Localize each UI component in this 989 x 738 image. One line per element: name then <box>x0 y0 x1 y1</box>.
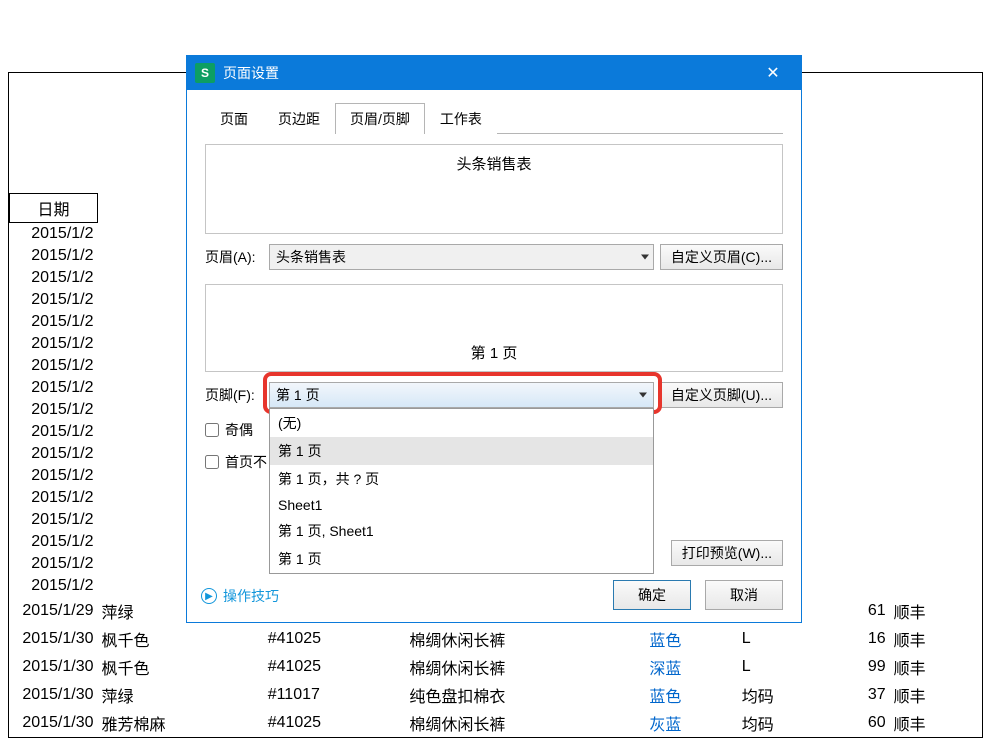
print-preview-button[interactable]: 打印预览(W)... <box>671 540 783 566</box>
chevron-down-icon <box>639 393 647 398</box>
play-icon: ▶ <box>201 588 217 604</box>
table-row: 2015/1/30雅芳棉麻#41025棉绸休闲长裤灰蓝均码60顺丰 <box>10 709 983 737</box>
tab-header-footer[interactable]: 页眉/页脚 <box>335 103 425 134</box>
footer-combo-value: 第 1 页 <box>276 385 320 405</box>
tab-page[interactable]: 页面 <box>205 103 263 134</box>
dialog-titlebar: S 页面设置 ✕ <box>187 56 801 90</box>
close-icon[interactable]: ✕ <box>753 56 793 90</box>
col-date: 日期 <box>10 194 98 223</box>
header-label: 页眉(A): <box>205 247 263 267</box>
first-page-label: 首页不 <box>225 452 267 472</box>
tab-sheet[interactable]: 工作表 <box>425 103 497 134</box>
footer-preview: 第 1 页 <box>205 284 783 372</box>
cancel-button[interactable]: 取消 <box>705 580 783 610</box>
odd-even-checkbox[interactable] <box>205 423 219 437</box>
header-preview: 头条销售表 <box>205 144 783 234</box>
header-combo[interactable]: 头条销售表 <box>269 244 654 270</box>
tab-strip: 页面 页边距 页眉/页脚 工作表 <box>205 102 783 134</box>
footer-option[interactable]: Sheet1 <box>270 493 653 517</box>
page-setup-dialog: S 页面设置 ✕ 页面 页边距 页眉/页脚 工作表 头条销售表 页眉(A): 头… <box>186 55 802 623</box>
ok-button[interactable]: 确定 <box>613 580 691 610</box>
header-combo-value: 头条销售表 <box>276 247 346 267</box>
custom-footer-button[interactable]: 自定义页脚(U)... <box>660 382 783 408</box>
footer-label: 页脚(F): <box>205 385 263 405</box>
tab-margins[interactable]: 页边距 <box>263 103 335 134</box>
footer-combo[interactable]: 第 1 页 <box>269 382 654 408</box>
chevron-down-icon <box>641 255 649 260</box>
footer-option[interactable]: 第 1 页，共 ? 页 <box>270 465 653 493</box>
header-preview-text: 头条销售表 <box>456 153 531 174</box>
custom-header-button[interactable]: 自定义页眉(C)... <box>660 244 783 270</box>
footer-option[interactable]: 第 1 页 <box>270 437 653 465</box>
footer-preview-text: 第 1 页 <box>471 342 518 363</box>
table-row: 2015/1/30萍绿#11017纯色盘扣棉衣蓝色均码37顺丰 <box>10 681 983 709</box>
tips-link[interactable]: ▶ 操作技巧 <box>201 586 279 606</box>
dialog-title: 页面设置 <box>223 63 753 83</box>
first-page-checkbox[interactable] <box>205 455 219 469</box>
odd-even-label: 奇偶 <box>225 420 253 440</box>
footer-option[interactable]: 第 1 页, Sheet1 <box>270 517 653 545</box>
footer-option[interactable]: 第 1 页 <box>270 545 653 573</box>
table-row: 2015/1/30枫千色#41025棉绸休闲长裤蓝色L16顺丰 <box>10 625 983 653</box>
app-icon: S <box>195 63 215 83</box>
footer-dropdown[interactable]: (无) 第 1 页 第 1 页，共 ? 页 Sheet1 第 1 页, Shee… <box>269 408 654 574</box>
table-row: 2015/1/30枫千色#41025棉绸休闲长裤深蓝L99顺丰 <box>10 653 983 681</box>
footer-option[interactable]: (无) <box>270 409 653 437</box>
